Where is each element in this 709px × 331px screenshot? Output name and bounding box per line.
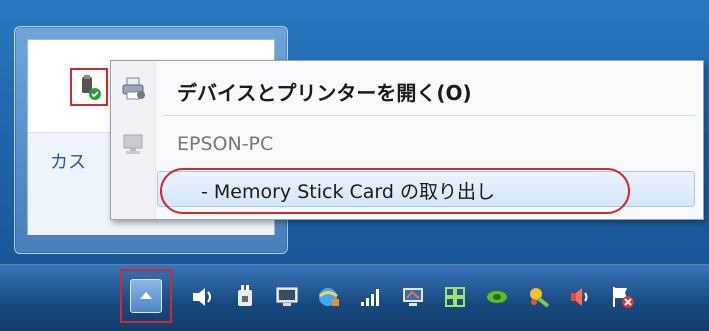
volume-icon[interactable] (560, 277, 602, 317)
color-icon[interactable] (518, 277, 560, 317)
menu-item-label: デバイスとプリンターを開く(O) (177, 81, 472, 105)
computer-monitor-icon[interactable] (266, 277, 308, 317)
action-center-flag-icon[interactable] (602, 277, 644, 317)
system-tray-icons (182, 277, 644, 317)
customize-link[interactable]: カス (50, 148, 86, 174)
speaker-wave-icon[interactable] (182, 277, 224, 317)
network-display-icon[interactable] (392, 277, 434, 317)
printer-icon (122, 77, 145, 100)
show-hidden-icons-button[interactable] (130, 279, 162, 313)
menu-item-epson-pc: EPSON-PC (111, 129, 703, 161)
menu-separator (163, 115, 695, 116)
network-globe-icon[interactable] (308, 277, 350, 317)
tray-button-highlight (120, 269, 172, 323)
usb-icon-highlight[interactable] (70, 68, 108, 106)
nvidia-icon[interactable] (476, 277, 518, 317)
signal-bars-icon[interactable] (350, 277, 392, 317)
computer-icon (123, 134, 143, 154)
menu-item-label: EPSON-PC (177, 133, 274, 155)
chevron-up-icon (140, 292, 152, 299)
eject-item-highlight (160, 168, 630, 214)
grid-app-icon[interactable] (434, 277, 476, 317)
menu-item-open-devices-printers[interactable]: デバイスとプリンターを開く(O) (111, 73, 703, 105)
power-plug-icon[interactable] (224, 277, 266, 317)
taskbar (0, 264, 709, 331)
usb-safely-remove-icon[interactable] (78, 75, 102, 101)
